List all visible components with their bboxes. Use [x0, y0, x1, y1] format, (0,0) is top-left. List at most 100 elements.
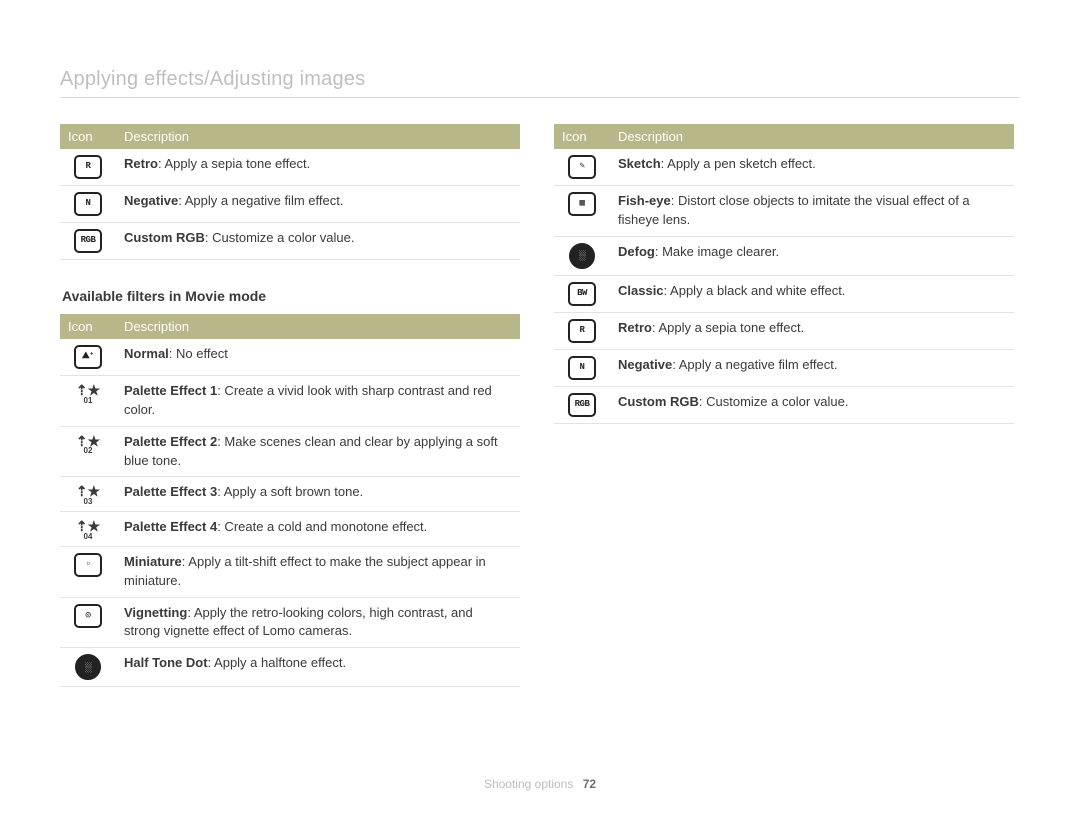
filter-icon: N: [74, 192, 102, 216]
icon-cell: ░: [60, 648, 116, 687]
description-cell: Vignetting: Apply the retro-looking colo…: [116, 597, 520, 648]
filter-name: Retro: [124, 156, 158, 171]
filter-icon: ⛰⁺: [74, 345, 102, 369]
filter-description: : Apply a sepia tone effect.: [158, 156, 310, 171]
filter-description: : Apply a negative film effect.: [178, 193, 343, 208]
palette-effect-icon: ⇡★02: [76, 435, 100, 455]
filter-icon: ░: [75, 654, 101, 680]
filter-icon: BW: [568, 282, 596, 306]
description-cell: Negative: Apply a negative film effect.: [610, 349, 1014, 386]
icon-cell: ⇡★02: [60, 426, 116, 477]
icon-cell: ░: [554, 236, 610, 275]
filter-icon: RGB: [568, 393, 596, 417]
description-cell: Palette Effect 1: Create a vivid look wi…: [116, 376, 520, 427]
filter-name: Negative: [618, 357, 672, 372]
icon-cell: N: [554, 349, 610, 386]
filter-icon: ▫: [74, 553, 102, 577]
filter-name: Vignetting: [124, 605, 187, 620]
movie-filters-heading: Available filters in Movie mode: [62, 288, 520, 304]
footer-section: Shooting options: [484, 777, 573, 791]
filter-name: Normal: [124, 346, 169, 361]
filter-description: : Apply a soft brown tone.: [217, 484, 363, 499]
filter-name: Miniature: [124, 554, 182, 569]
icon-cell: RGB: [60, 223, 116, 260]
filter-icon: R: [74, 155, 102, 179]
icon-cell: ⛰⁺: [60, 339, 116, 376]
table-row: ✎Sketch: Apply a pen sketch effect.: [554, 149, 1014, 186]
table-movie-filters: Icon Description ⛰⁺Normal: No effect⇡★01…: [60, 314, 520, 687]
table-row: ░ Defog: Make image clearer.: [554, 236, 1014, 275]
table-row: R Retro: Apply a sepia tone effect.: [554, 312, 1014, 349]
filter-description: : Make image clearer.: [655, 244, 779, 259]
palette-effect-icon: ⇡★01: [76, 384, 100, 404]
description-cell: Miniature: Apply a tilt-shift effect to …: [116, 546, 520, 597]
filter-description: : Apply a negative film effect.: [672, 357, 837, 372]
icon-cell: ◎: [60, 597, 116, 648]
icon-cell: R: [554, 312, 610, 349]
filter-icon: N: [568, 356, 596, 380]
filter-description: : Apply a sepia tone effect.: [652, 320, 804, 335]
filter-name: Classic: [618, 283, 664, 298]
left-column: Icon Description R Retro: Apply a sepia t…: [60, 124, 520, 687]
filter-description: : Apply a halftone effect.: [208, 655, 347, 670]
description-cell: Half Tone Dot: Apply a halftone effect.: [116, 648, 520, 687]
description-cell: Negative: Apply a negative film effect.: [116, 186, 520, 223]
filter-description: : Apply a black and white effect.: [664, 283, 846, 298]
filter-description: : Distort close objects to imitate the v…: [618, 193, 970, 227]
filter-name: Palette Effect 3: [124, 484, 217, 499]
table-row: ▦Fish-eye: Distort close objects to imit…: [554, 186, 1014, 237]
table-row: ░ Half Tone Dot: Apply a halftone effect.: [60, 648, 520, 687]
filter-icon: R: [568, 319, 596, 343]
filter-name: Defog: [618, 244, 655, 259]
th-icon: Icon: [60, 314, 116, 339]
filter-description: : Apply a pen sketch effect.: [661, 156, 816, 171]
icon-cell: BW: [554, 275, 610, 312]
table-row: RGB Custom RGB: Customize a color value.: [60, 223, 520, 260]
description-cell: Retro: Apply a sepia tone effect.: [116, 149, 520, 186]
table-filters-right: Icon Description ✎Sketch: Apply a pen sk…: [554, 124, 1014, 424]
description-cell: Sketch: Apply a pen sketch effect.: [610, 149, 1014, 186]
table-filters-top: Icon Description R Retro: Apply a sepia t…: [60, 124, 520, 260]
filter-description: : No effect: [169, 346, 228, 361]
th-description: Description: [116, 124, 520, 149]
filter-name: Sketch: [618, 156, 661, 171]
filter-name: Custom RGB: [618, 394, 699, 409]
filter-icon: RGB: [74, 229, 102, 253]
table-row: ⇡★02 Palette Effect 2: Make scenes clean …: [60, 426, 520, 477]
th-description: Description: [610, 124, 1014, 149]
table-row: N Negative: Apply a negative film effect.: [60, 186, 520, 223]
filter-name: Custom RGB: [124, 230, 205, 245]
footer-page-number: 72: [583, 777, 596, 791]
table-row: ⇡★04 Palette Effect 4: Create a cold and …: [60, 512, 520, 547]
table-row: N Negative: Apply a negative film effect.: [554, 349, 1014, 386]
table-row: ▫ Miniature: Apply a tilt-shift effect to…: [60, 546, 520, 597]
description-cell: Classic: Apply a black and white effect.: [610, 275, 1014, 312]
th-icon: Icon: [60, 124, 116, 149]
icon-cell: ⇡★04: [60, 512, 116, 547]
filter-name: Negative: [124, 193, 178, 208]
table-row: ⇡★01 Palette Effect 1: Create a vivid loo…: [60, 376, 520, 427]
right-column: Icon Description ✎Sketch: Apply a pen sk…: [554, 124, 1014, 687]
icon-cell: ▦: [554, 186, 610, 237]
description-cell: Normal: No effect: [116, 339, 520, 376]
page-title: Applying effects/Adjusting images: [60, 68, 1020, 98]
filter-name: Half Tone Dot: [124, 655, 208, 670]
description-cell: Defog: Make image clearer.: [610, 236, 1014, 275]
icon-cell: ⇡★03: [60, 477, 116, 512]
th-icon: Icon: [554, 124, 610, 149]
filter-name: Retro: [618, 320, 652, 335]
filter-icon: ░: [569, 243, 595, 269]
table-row: ⇡★03Palette Effect 3: Apply a soft brown…: [60, 477, 520, 512]
description-cell: Custom RGB: Customize a color value.: [116, 223, 520, 260]
description-cell: Palette Effect 4: Create a cold and mono…: [116, 512, 520, 547]
filter-description: : Customize a color value.: [699, 394, 849, 409]
table-row: ⛰⁺ Normal: No effect: [60, 339, 520, 376]
palette-effect-icon: ⇡★04: [76, 520, 100, 540]
icon-cell: ▫: [60, 546, 116, 597]
description-cell: Custom RGB: Customize a color value.: [610, 386, 1014, 423]
icon-cell: R: [60, 149, 116, 186]
description-cell: Palette Effect 2: Make scenes clean and …: [116, 426, 520, 477]
icon-cell: N: [60, 186, 116, 223]
description-cell: Palette Effect 3: Apply a soft brown ton…: [116, 477, 520, 512]
table-row: RGB Custom RGB: Customize a color value.: [554, 386, 1014, 423]
